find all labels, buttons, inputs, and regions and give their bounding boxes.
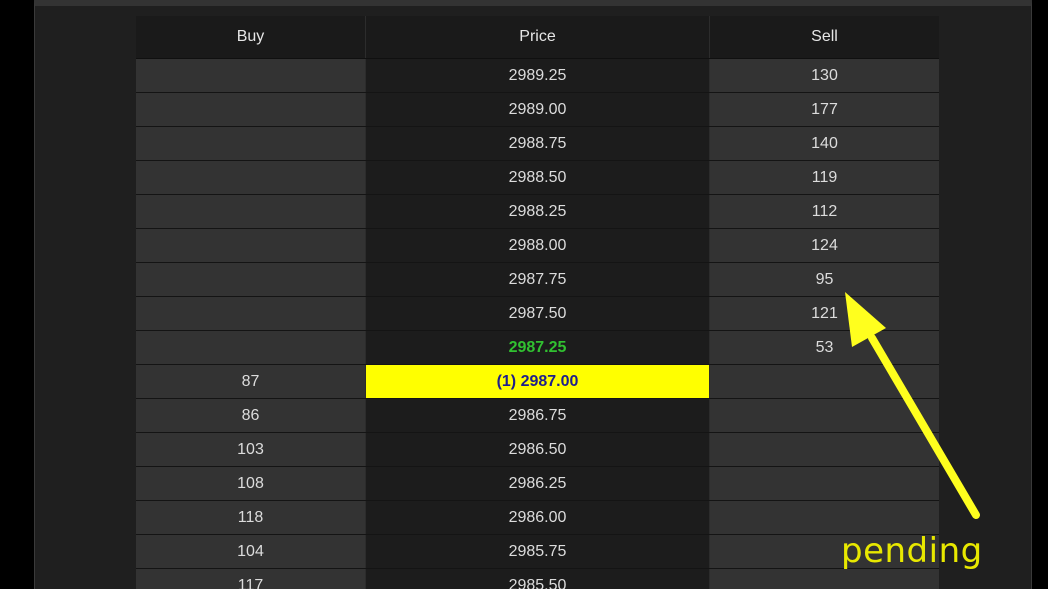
price-column-header[interactable]: Price [365,16,710,58]
buy-cell[interactable] [136,59,365,92]
ladder-row: 86 2986.75 [136,399,939,433]
buy-cell[interactable] [136,229,365,262]
ladder-row: 2988.75 140 [136,127,939,161]
price-cell[interactable]: 2986.25 [365,467,710,500]
ladder-row: 117 2985.50 [136,569,939,589]
buy-cell[interactable] [136,93,365,126]
sell-cell[interactable] [710,399,939,432]
sell-cell[interactable]: 121 [710,297,939,330]
ladder-header: Buy Price Sell [136,16,939,59]
ladder-row: 2987.50 121 [136,297,939,331]
ladder-row: 2989.25 130 [136,59,939,93]
screenshot-stage: Buy Price Sell 2989.25 130 2989.00 177 2988.… [0,0,1048,589]
ladder-row: 2987.75 95 [136,263,939,297]
buy-cell[interactable] [136,127,365,160]
buy-cell[interactable]: 117 [136,569,365,589]
price-cell[interactable]: 2988.00 [365,229,710,262]
pending-annotation-label: pending [841,531,983,571]
price-cell[interactable]: 2986.00 [365,501,710,534]
price-cell[interactable]: 2985.75 [365,535,710,568]
price-ladder: Buy Price Sell 2989.25 130 2989.00 177 2988.… [136,16,939,589]
price-cell[interactable]: 2986.50 [365,433,710,466]
sell-cell[interactable]: 130 [710,59,939,92]
sell-cell[interactable] [710,501,939,534]
ladder-row: 2989.00 177 [136,93,939,127]
sell-cell[interactable] [710,433,939,466]
price-cell[interactable]: 2988.25 [365,195,710,228]
buy-cell[interactable] [136,331,365,364]
sell-column-header[interactable]: Sell [710,16,939,58]
ladder-row: 118 2986.00 [136,501,939,535]
sell-cell[interactable]: 95 [710,263,939,296]
buy-cell[interactable]: 86 [136,399,365,432]
buy-column-header[interactable]: Buy [136,16,365,58]
price-cell[interactable]: 2986.75 [365,399,710,432]
sell-cell[interactable]: 124 [710,229,939,262]
buy-cell[interactable] [136,297,365,330]
ladder-row: 2988.25 112 [136,195,939,229]
price-cell[interactable]: 2988.75 [365,127,710,160]
sell-cell[interactable] [710,569,939,589]
current-price-cell[interactable]: (1) 2987.00 [365,365,710,398]
sell-cell[interactable]: 119 [710,161,939,194]
sell-cell[interactable]: 177 [710,93,939,126]
ladder-body: 2989.25 130 2989.00 177 2988.75 140 2988.50 119… [136,59,939,589]
price-cell[interactable]: 2985.50 [365,569,710,589]
buy-cell[interactable]: 87 [136,365,365,398]
ladder-row: 108 2986.25 [136,467,939,501]
buy-cell[interactable] [136,263,365,296]
ladder-row: 2987.25 53 [136,331,939,365]
last-trade-price-cell[interactable]: 2987.25 [365,331,710,364]
buy-cell[interactable]: 108 [136,467,365,500]
price-cell[interactable]: 2988.50 [365,161,710,194]
buy-cell[interactable]: 118 [136,501,365,534]
sell-cell[interactable]: 112 [710,195,939,228]
ladder-row: 104 2985.75 [136,535,939,569]
sell-cell[interactable]: 140 [710,127,939,160]
price-cell[interactable]: 2989.25 [365,59,710,92]
sell-cell[interactable] [710,365,939,398]
buy-cell[interactable]: 104 [136,535,365,568]
price-cell[interactable]: 2989.00 [365,93,710,126]
ladder-row: 2988.00 124 [136,229,939,263]
buy-cell[interactable]: 103 [136,433,365,466]
buy-cell[interactable] [136,161,365,194]
price-cell[interactable]: 2987.75 [365,263,710,296]
ladder-row: 103 2986.50 [136,433,939,467]
sell-cell[interactable] [710,467,939,500]
sell-cell[interactable]: 53 [710,331,939,364]
buy-cell[interactable] [136,195,365,228]
ladder-row: 2988.50 119 [136,161,939,195]
price-cell[interactable]: 2987.50 [365,297,710,330]
ladder-row: 87 (1) 2987.00 [136,365,939,399]
